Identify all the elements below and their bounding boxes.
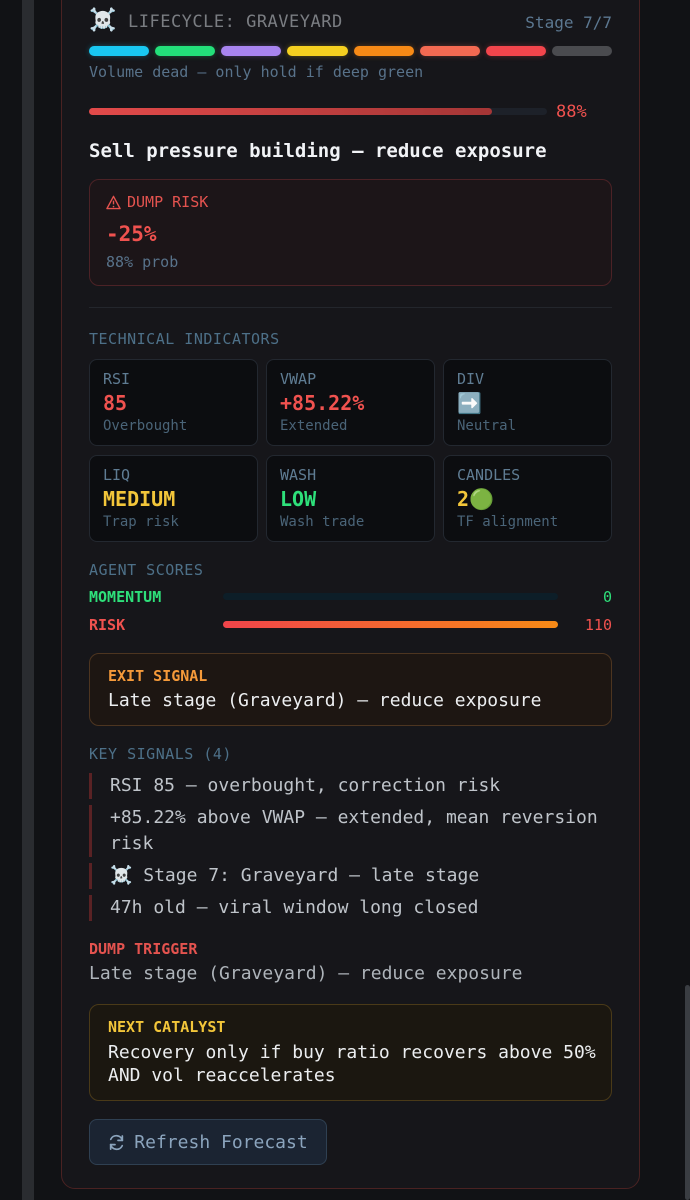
score-track-risk: [223, 621, 558, 628]
lifecycle-progress-track: [89, 108, 547, 115]
arrow-right-icon: ➡️: [457, 391, 482, 415]
stage-segment: [221, 46, 282, 56]
key-signal-item: 47h old — viral window long closed: [89, 895, 599, 921]
refresh-icon: [110, 1134, 124, 1150]
indicator-name: DIV: [457, 370, 485, 388]
scrollbar-thumb[interactable]: [685, 985, 690, 1200]
indicator-name: RSI: [103, 370, 131, 388]
left-rail: [22, 0, 34, 1200]
indicator-name: LIQ: [103, 466, 131, 484]
lifecycle-headline: Sell pressure building — reduce exposure: [89, 140, 547, 162]
lifecycle-title: LIFECYCLE: GRAVEYARD: [128, 12, 343, 32]
key-signal-item: +85.22% above VWAP — extended, mean reve…: [89, 805, 599, 857]
lifecycle-progress-fill: [89, 108, 493, 115]
score-name-momentum: MOMENTUM: [89, 588, 162, 606]
indicator-value: LOW: [280, 487, 317, 511]
indicator-note: Neutral: [457, 418, 517, 434]
agent-scores-heading: AGENT SCORES: [89, 561, 204, 579]
stage-segment: [551, 46, 612, 56]
indicator-value: 2🟢: [457, 487, 494, 511]
next-catalyst-text: Recovery only if buy ratio recovers abov…: [108, 1042, 596, 1086]
key-signals-heading: KEY SIGNALS (4): [89, 745, 232, 763]
lifecycle-progress-label: 88%: [556, 102, 587, 122]
indicator-div: DIV ➡️ Neutral: [443, 359, 612, 446]
dump-trigger-label: DUMP TRIGGER: [89, 940, 198, 958]
dump-risk-label-text: DUMP RISK: [127, 193, 209, 211]
stage-segment: [89, 46, 150, 56]
score-value-momentum: 0: [602, 588, 612, 606]
dump-risk-label: DUMP RISK: [106, 193, 208, 211]
score-name-risk: RISK: [89, 616, 126, 634]
stage-segment: [287, 46, 348, 56]
lifecycle-subtitle: Volume dead — only hold if deep green: [89, 63, 424, 81]
indicator-name: WASH: [280, 466, 317, 484]
key-signal-item: RSI 85 — overbought, correction risk: [89, 773, 599, 799]
warning-triangle-icon: [106, 195, 121, 209]
dump-trigger-text: Late stage (Graveyard) — reduce exposure: [89, 963, 523, 984]
indicator-note: TF alignment: [457, 514, 559, 530]
technical-indicators-heading: TECHNICAL INDICATORS: [89, 330, 280, 348]
indicator-note: Overbought: [103, 418, 188, 434]
stage-progress-segments: [89, 46, 612, 56]
stage-indicator: Stage 7/7: [525, 13, 612, 32]
stage-segment: [353, 46, 414, 56]
dump-risk-probability: 88% prob: [106, 253, 179, 271]
refresh-forecast-label: Refresh Forecast: [134, 1131, 308, 1153]
next-catalyst-label: NEXT CATALYST: [108, 1018, 226, 1036]
dump-risk-value: -25%: [106, 222, 157, 246]
exit-signal-text: Late stage (Graveyard) — reduce exposure: [108, 690, 542, 711]
key-signal-item: ☠️ Stage 7: Graveyard — late stage: [89, 863, 599, 889]
indicator-name: VWAP: [280, 370, 317, 388]
indicator-vwap: VWAP +85.22% Extended: [266, 359, 435, 446]
indicator-value: MEDIUM: [103, 487, 176, 511]
refresh-forecast-button[interactable]: Refresh Forecast: [89, 1119, 327, 1165]
indicator-name: CANDLES: [457, 466, 521, 484]
indicator-note: Wash trade: [280, 514, 365, 530]
indicator-note: Trap risk: [103, 514, 179, 530]
exit-signal-label: EXIT SIGNAL: [108, 667, 208, 685]
score-track-momentum: [223, 593, 558, 600]
indicator-note: Extended: [280, 418, 348, 434]
indicator-candles: CANDLES 2🟢 TF alignment: [443, 455, 612, 542]
score-value-risk: 110: [584, 616, 612, 634]
indicator-rsi: RSI 85 Overbought: [89, 359, 258, 446]
stage-segment: [155, 46, 216, 56]
stage-segment: [485, 46, 546, 56]
score-fill-risk: [223, 621, 558, 628]
section-divider: [89, 307, 612, 308]
indicator-value: +85.22%: [280, 391, 365, 415]
stage-segment: [419, 46, 480, 56]
skull-icon: ☠️: [89, 8, 117, 33]
indicator-liq: LIQ MEDIUM Trap risk: [89, 455, 258, 542]
indicator-wash: WASH LOW Wash trade: [266, 455, 435, 542]
indicator-value: 85: [103, 391, 128, 415]
